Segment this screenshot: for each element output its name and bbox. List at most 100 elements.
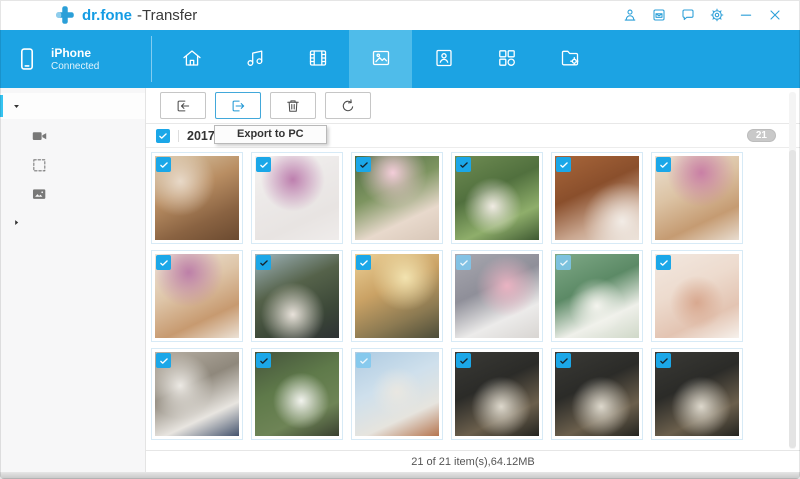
select-all-checkbox[interactable] bbox=[156, 129, 170, 143]
import-icon bbox=[174, 97, 192, 115]
navbar: iPhone Connected bbox=[0, 30, 800, 88]
refresh-button[interactable] bbox=[325, 92, 371, 119]
import-button[interactable] bbox=[160, 92, 206, 119]
photo-thumbnail[interactable] bbox=[651, 250, 743, 342]
check-icon bbox=[659, 356, 669, 366]
photo-thumbnail[interactable] bbox=[451, 152, 543, 244]
mail-button[interactable] bbox=[648, 4, 670, 26]
sidebar-item-camera-roll[interactable] bbox=[0, 93, 145, 119]
tab-videos[interactable] bbox=[286, 30, 349, 88]
trash-icon bbox=[284, 97, 302, 115]
home-icon bbox=[180, 46, 204, 70]
check-icon bbox=[459, 258, 469, 268]
check-icon bbox=[459, 160, 469, 170]
photo-checkbox[interactable] bbox=[256, 157, 271, 172]
photo-thumbnail[interactable] bbox=[451, 348, 543, 440]
check-icon bbox=[559, 356, 569, 366]
delete-button[interactable] bbox=[270, 92, 316, 119]
photo-checkbox[interactable] bbox=[356, 157, 371, 172]
toolbar bbox=[146, 88, 800, 124]
photo-thumbnail[interactable] bbox=[351, 250, 443, 342]
photo-checkbox[interactable] bbox=[656, 255, 671, 270]
photo-thumbnail[interactable] bbox=[251, 250, 343, 342]
photo-checkbox[interactable] bbox=[356, 353, 371, 368]
tab-explorer[interactable] bbox=[538, 30, 601, 88]
check-icon bbox=[159, 258, 169, 268]
photo-thumbnail[interactable] bbox=[651, 152, 743, 244]
sidebar-item-photo-library[interactable] bbox=[0, 209, 145, 235]
brand-suffix: -Transfer bbox=[137, 7, 197, 24]
check-icon bbox=[659, 258, 669, 268]
videos-icon bbox=[306, 46, 330, 70]
photo-checkbox[interactable] bbox=[356, 255, 371, 270]
photo-thumbnail[interactable] bbox=[451, 250, 543, 342]
sidebar-item-screenshots[interactable] bbox=[0, 151, 145, 180]
tab-music[interactable] bbox=[223, 30, 286, 88]
sidebar-item-videos[interactable] bbox=[0, 122, 145, 151]
photo-checkbox[interactable] bbox=[556, 353, 571, 368]
check-icon bbox=[159, 160, 169, 170]
photo-checkbox[interactable] bbox=[556, 157, 571, 172]
minimize-button[interactable] bbox=[735, 4, 757, 26]
photo-thumbnail[interactable] bbox=[551, 152, 643, 244]
photo-checkbox[interactable] bbox=[556, 255, 571, 270]
tab-home[interactable] bbox=[160, 30, 223, 88]
device-panel: iPhone Connected bbox=[0, 30, 152, 88]
photo-thumbnail[interactable] bbox=[651, 348, 743, 440]
tab-apps[interactable] bbox=[475, 30, 538, 88]
check-icon bbox=[259, 160, 269, 170]
export-button[interactable] bbox=[215, 92, 261, 119]
check-icon bbox=[259, 356, 269, 366]
refresh-icon bbox=[339, 97, 357, 115]
minimize-icon bbox=[738, 7, 754, 23]
photo-thumbnail[interactable] bbox=[551, 250, 643, 342]
settings-button[interactable] bbox=[706, 4, 728, 26]
settings-icon bbox=[709, 7, 725, 23]
divider bbox=[178, 130, 179, 142]
photo-count-badge: 21 bbox=[747, 129, 776, 142]
photo-checkbox[interactable] bbox=[656, 157, 671, 172]
photo-checkbox[interactable] bbox=[256, 353, 271, 368]
close-button[interactable] bbox=[764, 4, 786, 26]
photo-checkbox[interactable] bbox=[456, 353, 471, 368]
check-icon bbox=[359, 258, 369, 268]
check-icon bbox=[559, 160, 569, 170]
photo-thumbnail[interactable] bbox=[251, 152, 343, 244]
photo-checkbox[interactable] bbox=[156, 255, 171, 270]
photo-thumbnail[interactable] bbox=[351, 152, 443, 244]
window-bottom-edge bbox=[0, 472, 800, 479]
check-icon bbox=[159, 356, 169, 366]
photo-checkbox[interactable] bbox=[656, 353, 671, 368]
device-name: iPhone bbox=[51, 46, 99, 61]
photo-checkbox[interactable] bbox=[156, 157, 171, 172]
phone-icon bbox=[14, 46, 40, 72]
chat-button[interactable] bbox=[677, 4, 699, 26]
check-icon bbox=[659, 160, 669, 170]
photo-thumbnail[interactable] bbox=[151, 348, 243, 440]
user-button[interactable] bbox=[619, 4, 641, 26]
information-icon bbox=[432, 46, 456, 70]
chat-icon bbox=[680, 7, 696, 23]
photo-thumbnail[interactable] bbox=[151, 250, 243, 342]
triangle-right-icon bbox=[12, 218, 21, 227]
titlebar: dr.fone -Transfer bbox=[0, 0, 800, 30]
photo-thumbnail[interactable] bbox=[251, 348, 343, 440]
tab-information[interactable] bbox=[412, 30, 475, 88]
close-icon bbox=[767, 7, 783, 23]
photo-thumbnail[interactable] bbox=[551, 348, 643, 440]
photo-checkbox[interactable] bbox=[256, 255, 271, 270]
photo-thumbnail[interactable] bbox=[351, 348, 443, 440]
export-tooltip: Export to PC bbox=[214, 125, 327, 144]
export-icon bbox=[229, 97, 247, 115]
vertical-scrollbar-thumb[interactable] bbox=[789, 150, 796, 448]
apps-icon bbox=[495, 46, 519, 70]
tab-photos[interactable] bbox=[349, 30, 412, 88]
sidebar-item-depth-effect[interactable] bbox=[0, 180, 145, 209]
photo-checkbox[interactable] bbox=[456, 157, 471, 172]
photo-checkbox[interactable] bbox=[456, 255, 471, 270]
photo-checkbox[interactable] bbox=[156, 353, 171, 368]
photo-thumbnail[interactable] bbox=[151, 152, 243, 244]
status-text: 21 of 21 item(s),64.12MB bbox=[411, 456, 535, 468]
app-window: dr.fone -Transfer iPhone Connected Expor… bbox=[0, 0, 800, 479]
brand-name: dr.fone bbox=[82, 7, 132, 24]
